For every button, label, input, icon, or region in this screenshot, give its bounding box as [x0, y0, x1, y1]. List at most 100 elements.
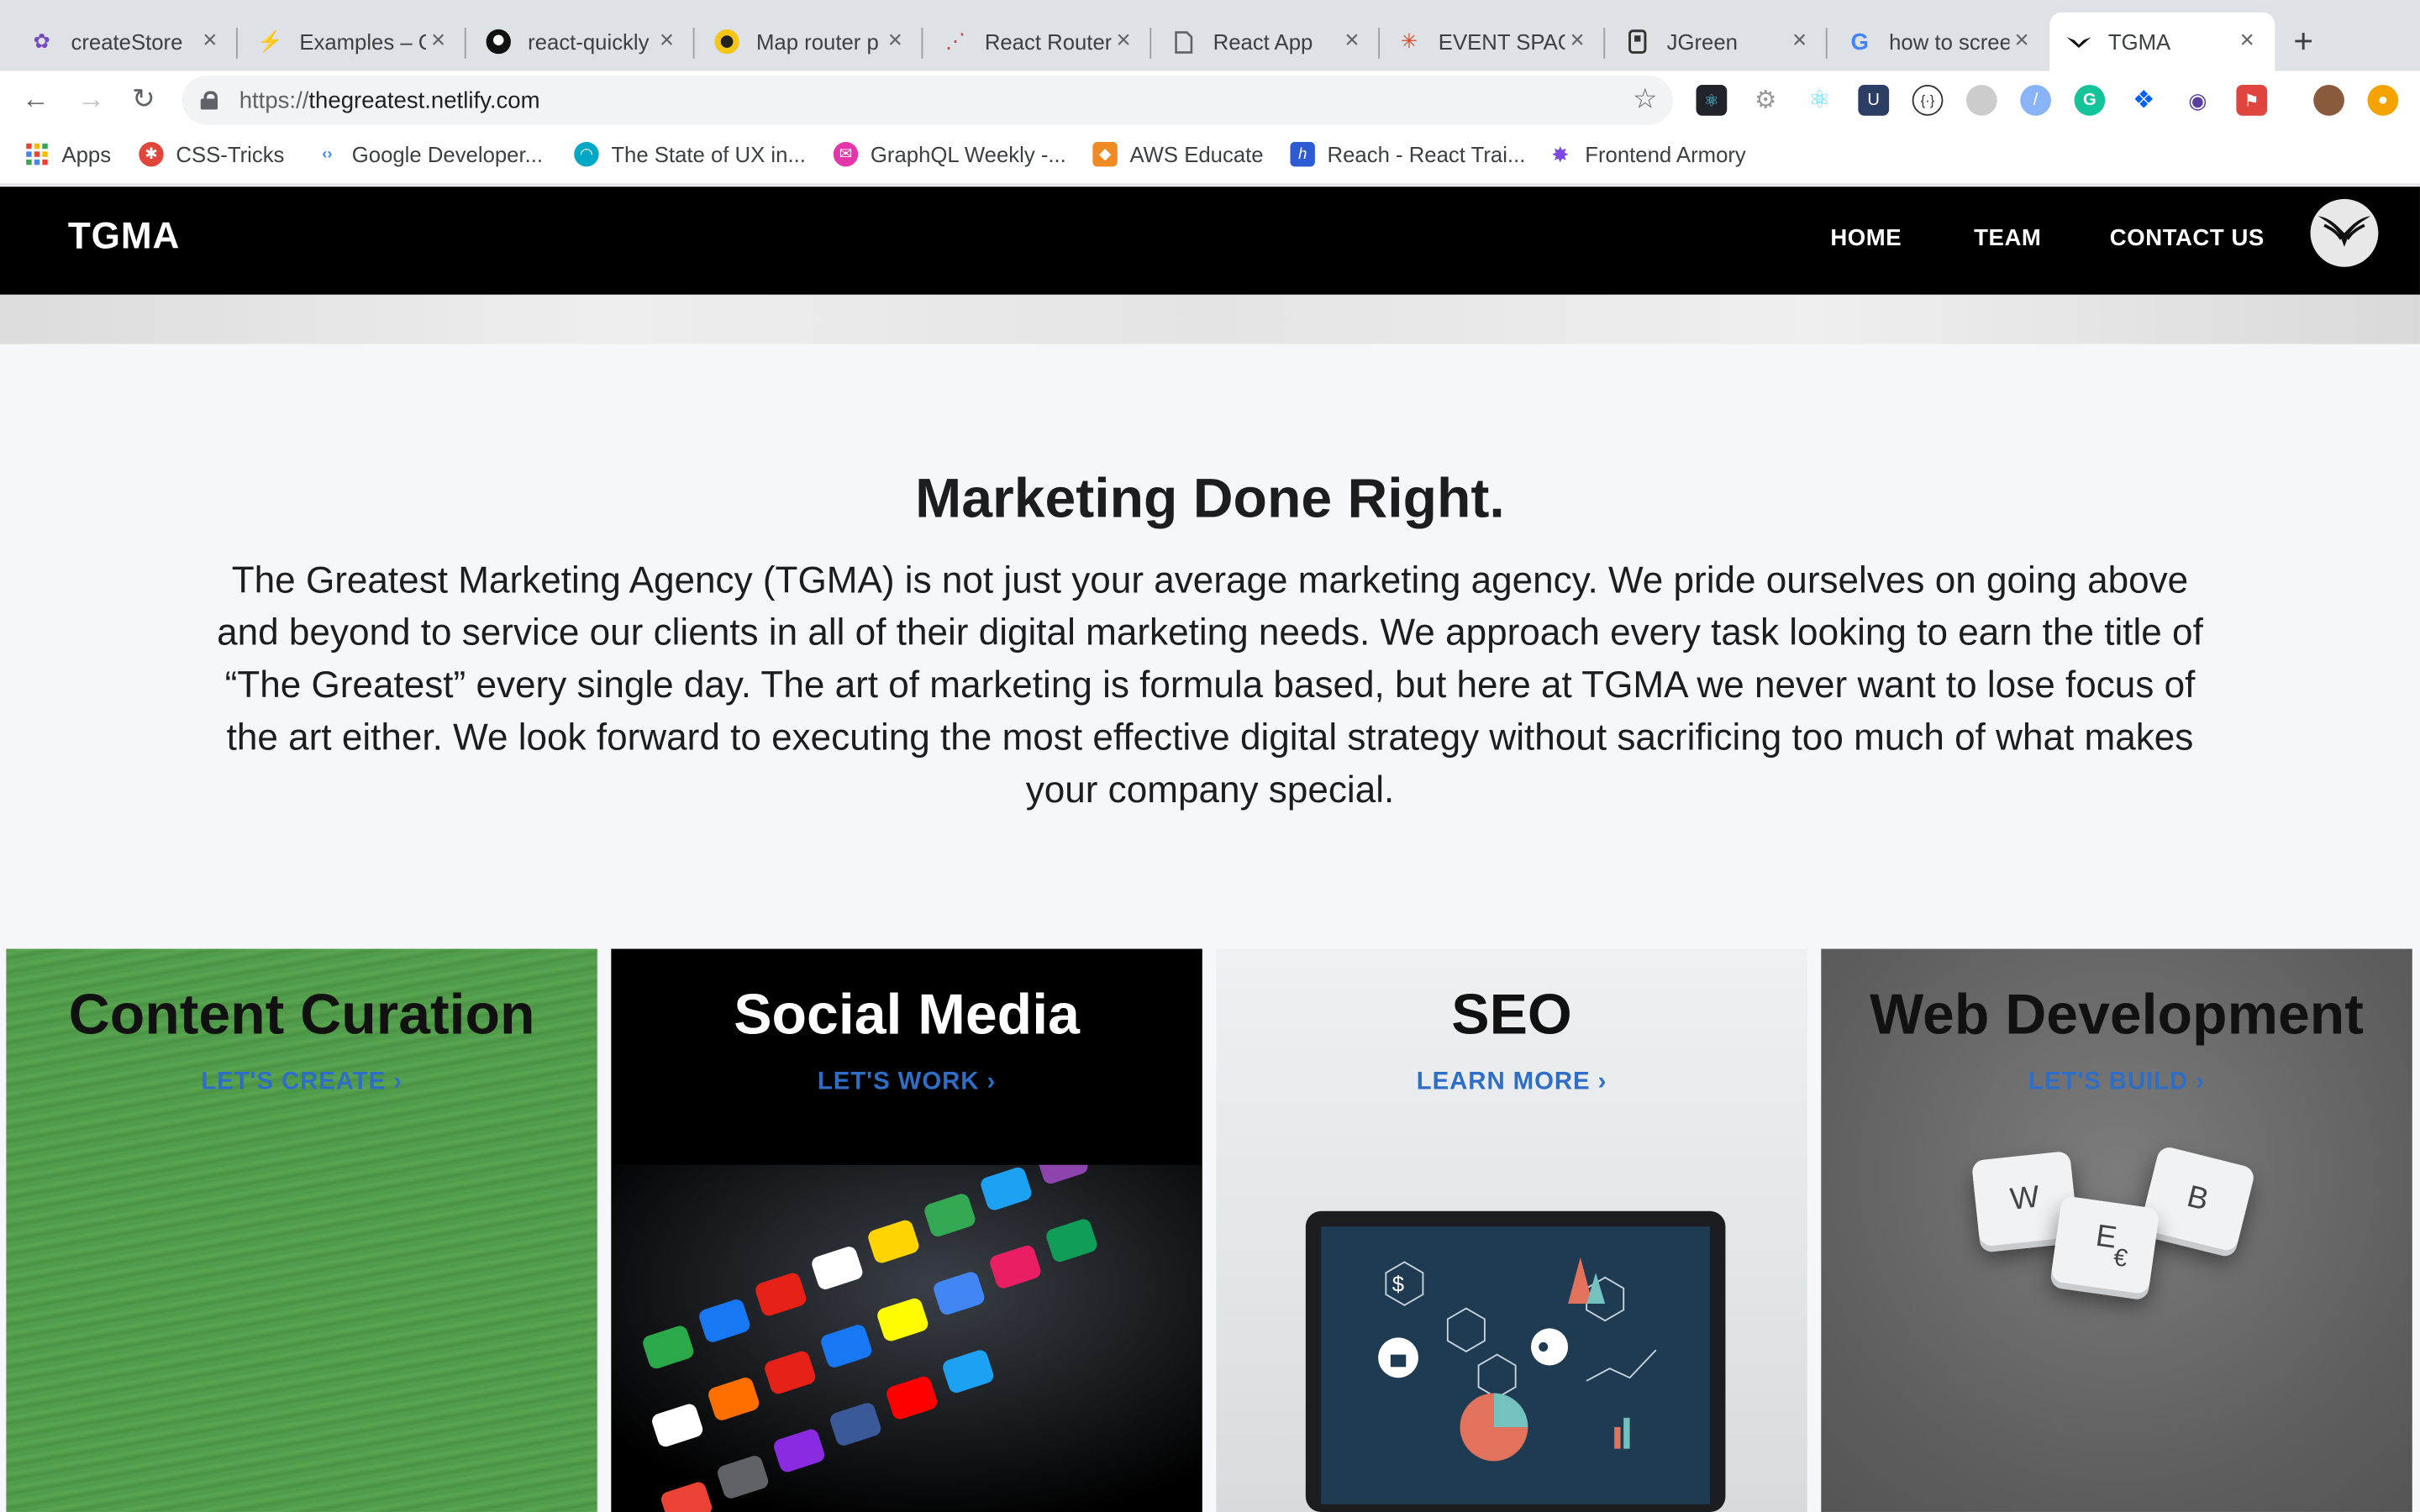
- chevron-right-icon: ›: [2196, 1068, 2206, 1096]
- card-title: SEO: [1451, 982, 1572, 1047]
- bookmark-label: Google Developer...: [351, 141, 544, 167]
- graphql-icon: ✉: [833, 141, 859, 167]
- bookmark-label: CSS-Tricks: [176, 141, 285, 167]
- tab-title: react-quickly: [528, 29, 650, 55]
- svg-text:$: $: [1392, 1273, 1404, 1296]
- bookmark-label: GraphQL Weekly -...: [870, 141, 1066, 167]
- forward-arrow-icon[interactable]: →: [74, 83, 108, 116]
- card-cta-lets-work[interactable]: LET'S WORK ›: [611, 1069, 1202, 1097]
- react-router-icon: ⋰: [944, 29, 965, 53]
- github-icon: [485, 28, 513, 55]
- frontend-armory-icon: ✸: [1551, 141, 1570, 166]
- bookmark-google-developers[interactable]: ‹› Google Developer...: [315, 142, 543, 166]
- bookmark-label: The State of UX in...: [611, 141, 806, 167]
- page-headline: Marketing Done Right.: [915, 465, 1505, 529]
- keycap-b: B: [2139, 1144, 2256, 1253]
- tab-title: JGreen: [1666, 29, 1738, 55]
- tab-title: TGMA: [2107, 29, 2171, 55]
- close-icon[interactable]: ×: [1339, 28, 1364, 55]
- u-extension-icon[interactable]: U: [1858, 85, 1890, 116]
- close-icon[interactable]: ×: [197, 28, 222, 55]
- tab-title: Map router p: [755, 29, 879, 55]
- close-icon[interactable]: ×: [655, 28, 679, 55]
- laptop-analytics-image: $: [1305, 1210, 1726, 1512]
- grammarly-icon[interactable]: G: [2074, 85, 2106, 116]
- card-cta-lets-create[interactable]: LET'S CREATE ›: [6, 1069, 597, 1097]
- card-title: Social Media: [734, 982, 1080, 1047]
- card-web-development[interactable]: Web Development LET'S BUILD › W B E €: [1821, 948, 2412, 1512]
- close-icon[interactable]: ×: [2009, 28, 2033, 55]
- browser-tab[interactable]: ✿ createStore ×: [13, 13, 238, 71]
- bookmark-state-of-ux[interactable]: ◠ The State of UX in...: [574, 141, 806, 167]
- update-extension-icon[interactable]: ●: [2367, 85, 2399, 116]
- close-icon[interactable]: ×: [1787, 28, 1812, 55]
- browser-tab-active[interactable]: TGMA ×: [2049, 12, 2275, 71]
- bookmarks-bar: Apps ✱ CSS-Tricks ‹› Google Developer...…: [0, 129, 2420, 186]
- card-content-curation[interactable]: Content Curation LET'S CREATE ›: [6, 948, 597, 1512]
- red-extension-icon[interactable]: ⚑: [2236, 85, 2268, 116]
- bookmark-aws-educate[interactable]: ◆ AWS Educate: [1092, 141, 1264, 167]
- card-title: Content Curation: [68, 982, 535, 1047]
- card-title: Web Development: [1870, 982, 2364, 1047]
- card-social-media[interactable]: Social Media LET'S WORK ›: [611, 948, 1202, 1512]
- owl-extension-icon[interactable]: ◉: [2182, 85, 2213, 116]
- close-icon[interactable]: ×: [883, 28, 908, 55]
- google-developers-icon: ‹›: [322, 145, 333, 163]
- browser-tab[interactable]: ⚡ Examples – C ×: [241, 13, 466, 71]
- nav-link-contact-us[interactable]: CONTACT US: [2110, 225, 2265, 251]
- browser-tab[interactable]: JGreen ×: [1608, 13, 1828, 71]
- tab-title: React Router: [984, 29, 1112, 55]
- bookmark-reach[interactable]: h Reach - React Trai...: [1290, 141, 1525, 167]
- new-tab-button[interactable]: +: [2293, 22, 2313, 62]
- chevron-right-icon: ›: [1597, 1068, 1607, 1096]
- card-cta-learn-more[interactable]: LEARN MORE ›: [1216, 1069, 1807, 1097]
- browser-tab[interactable]: ⋰ React Router ×: [926, 13, 1152, 71]
- tab-title: React App: [1213, 29, 1313, 55]
- card-seo[interactable]: SEO LEARN MORE › $: [1216, 948, 1807, 1512]
- tab-title: how to scree: [1889, 29, 2010, 55]
- url-text[interactable]: https://thegreatest.netlify.com: [239, 87, 540, 113]
- bookmark-frontend-armory[interactable]: ✸ Frontend Armory: [1548, 141, 1746, 167]
- bookmark-graphql-weekly[interactable]: ✉ GraphQL Weekly -...: [833, 141, 1066, 167]
- event-icon: ✳: [1400, 29, 1418, 53]
- chevron-right-icon: ›: [986, 1068, 997, 1096]
- brand-logo-text[interactable]: TGMA: [68, 216, 180, 259]
- keycap-e: E €: [2049, 1195, 2160, 1295]
- json-extension-icon[interactable]: {·}: [1912, 85, 1944, 116]
- bookmark-label: Frontend Armory: [1585, 141, 1746, 167]
- dropbox-icon[interactable]: ❖: [2128, 85, 2160, 116]
- address-bar[interactable]: https://thegreatest.netlify.com ☆: [182, 75, 1673, 125]
- phone-apps-image: [611, 1164, 1202, 1512]
- card-cta-lets-build[interactable]: LET'S BUILD ›: [1821, 1069, 2412, 1097]
- jgreen-icon: [1623, 28, 1651, 55]
- browser-tab[interactable]: ✳ EVENT SPACE ×: [1380, 13, 1606, 71]
- circle-extension-icon[interactable]: [1965, 85, 1997, 116]
- reload-icon[interactable]: ↻: [127, 83, 160, 116]
- close-icon[interactable]: ×: [2235, 28, 2260, 55]
- settings-extension-icon[interactable]: ⚙: [1749, 85, 1781, 116]
- document-icon: [1170, 28, 1197, 55]
- browser-tab[interactable]: G how to scree ×: [1830, 13, 2049, 71]
- google-icon: G: [1850, 28, 1869, 55]
- close-icon[interactable]: ×: [426, 28, 450, 55]
- nav-link-home[interactable]: HOME: [1830, 225, 1902, 251]
- react-extension-icon[interactable]: ⚛: [1804, 85, 1835, 116]
- profile-avatar-icon[interactable]: [2313, 85, 2344, 116]
- close-icon[interactable]: ×: [1111, 28, 1135, 55]
- eagle-logo-icon[interactable]: [2310, 198, 2379, 267]
- close-icon[interactable]: ×: [1565, 28, 1589, 55]
- aws-icon: ◆: [1092, 141, 1118, 167]
- back-arrow-icon[interactable]: ←: [18, 83, 52, 116]
- browser-tab[interactable]: Map router p ×: [697, 13, 923, 71]
- slash-extension-icon[interactable]: /: [2020, 85, 2051, 116]
- bookmark-css-tricks[interactable]: ✱ CSS-Tricks: [139, 141, 285, 167]
- bookmark-star-icon[interactable]: ☆: [1633, 83, 1658, 116]
- browser-tab[interactable]: React App ×: [1155, 13, 1381, 71]
- bookmark-apps[interactable]: Apps: [24, 142, 111, 166]
- bolt-icon: ⚡: [257, 29, 283, 53]
- react-devtools-icon[interactable]: ⚛: [1696, 85, 1728, 116]
- euro-symbol: €: [2112, 1244, 2129, 1273]
- nav-link-team[interactable]: TEAM: [1974, 225, 2041, 251]
- tab-title: Examples – C: [299, 29, 426, 55]
- browser-tab[interactable]: react-quickly ×: [469, 13, 695, 71]
